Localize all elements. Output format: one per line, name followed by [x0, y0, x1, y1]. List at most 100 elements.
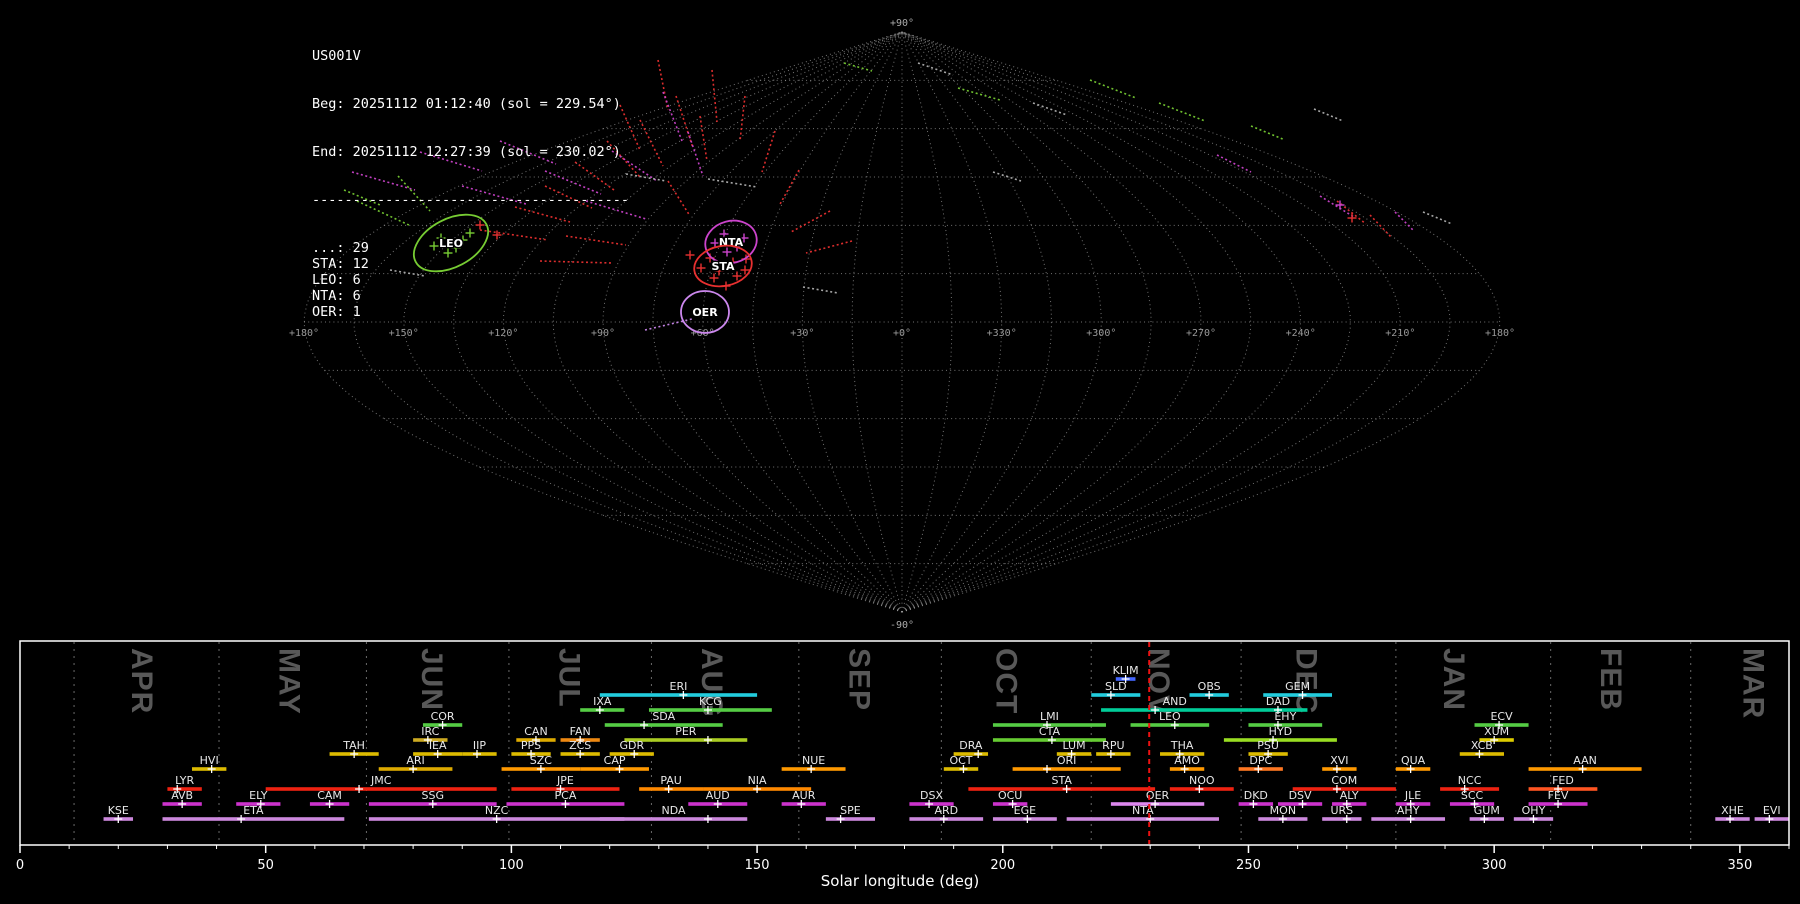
- shower-label-DPC: DPC: [1249, 754, 1272, 767]
- shower-bar-SPE: [825, 817, 876, 821]
- shower-label-OCU: OCU: [998, 789, 1022, 802]
- activity-timeline-plot: APR MAY JUN JUL AUG SEP OCT NOV DEC JAN FEB MARKLIM…: [16, 640, 1790, 873]
- x-tick-label: 200: [990, 858, 1015, 873]
- shower-label-ARD: ARD: [934, 804, 958, 817]
- count-NTA: NTA: 6: [312, 288, 361, 304]
- month-label-JUL: JUL: [552, 648, 585, 708]
- shower-label-IXA: IXA: [593, 695, 612, 708]
- shower-label-CAP: CAP: [604, 754, 626, 767]
- station-id: US001V: [312, 48, 361, 64]
- shower-label-ECV: ECV: [1490, 710, 1513, 723]
- shower-label-PER: PER: [675, 725, 697, 738]
- meteor-trail-red: [667, 180, 691, 217]
- shower-bar-NTA: [1066, 817, 1219, 821]
- shower-label-GEM: GEM: [1285, 680, 1310, 693]
- radiant-label-OER: OER: [692, 306, 718, 319]
- x-tick-label: 0: [16, 858, 24, 873]
- meteor-trail-magenta: [687, 131, 704, 177]
- grid-meridian: [602, 31, 903, 613]
- shower-label-LYR: LYR: [175, 774, 194, 787]
- meteor-trail-red: [1369, 214, 1393, 239]
- shower-bar-SLD: [1091, 693, 1141, 697]
- shower-label-HVI: HVI: [200, 754, 219, 767]
- shower-label-STA: STA: [1052, 774, 1073, 787]
- shower-counts: ...: 29 STA: 12 LEO: 6 NTA: 6 OER: 1: [312, 240, 629, 320]
- shower-label-SDA: SDA: [652, 710, 675, 723]
- grid-meridian: [652, 31, 903, 613]
- shower-bar-LEO: [1130, 723, 1210, 727]
- shower-label-THA: THA: [1170, 739, 1194, 752]
- month-label-JAN: JAN: [1437, 648, 1470, 711]
- equator-longitude-label: +240°: [1286, 328, 1316, 339]
- grid-meridian: [901, 31, 1451, 613]
- shower-label-DKD: DKD: [1244, 789, 1268, 802]
- shower-label-ERI: ERI: [670, 680, 688, 693]
- month-label-APR: APR: [125, 648, 158, 714]
- radiant-label-STA: STA: [711, 260, 735, 273]
- activity-timeline: APR MAY JUN JUL AUG SEP OCT NOV DEC JAN FEB MAR KLIM…: [0, 640, 1800, 904]
- shower-label-EVI: EVI: [1763, 804, 1781, 817]
- shower-label-GDR: GDR: [619, 739, 644, 752]
- shower-label-EGE: EGE: [1014, 804, 1036, 817]
- meteor-trail-red: [699, 115, 708, 162]
- x-tick-label: 150: [745, 858, 770, 873]
- shower-label-NCC: NCC: [1458, 774, 1482, 787]
- meteor-trail-magenta: [1319, 195, 1355, 218]
- meteor-trail-gray: [917, 62, 954, 76]
- shower-label-OCT: OCT: [949, 754, 972, 767]
- shower-label-SPE: SPE: [840, 804, 861, 817]
- x-tick-label: 50: [257, 858, 274, 873]
- meteor-trail-green: [1089, 79, 1137, 99]
- shower-label-IRC: IRC: [421, 725, 439, 738]
- month-label-OCT: OCT: [990, 648, 1023, 714]
- shower-label-GUM: GUM: [1474, 804, 1500, 817]
- shower-label-XUM: XUM: [1484, 725, 1509, 738]
- shower-label-SCC: SCC: [1461, 789, 1484, 802]
- divider-line: ---------------------------------------: [312, 192, 629, 208]
- shower-label-AMO: AMO: [1174, 754, 1200, 767]
- equator-longitude-label: +300°: [1086, 328, 1116, 339]
- x-tick-label: 100: [499, 858, 524, 873]
- equator-longitude-label: +0°: [893, 328, 911, 339]
- shower-label-CTA: CTA: [1039, 725, 1061, 738]
- count-LEO: LEO: 6: [312, 272, 361, 288]
- radiant-map-screen: US001V Beg: 20251112 01:12:40 (sol = 229…: [0, 0, 1800, 900]
- meteor-trail-red: [675, 95, 694, 149]
- shower-label-AUR: AUR: [792, 789, 816, 802]
- meteor-trail-red: [711, 69, 718, 123]
- shower-label-SLD: SLD: [1105, 680, 1127, 693]
- meteor-trail-red: [790, 210, 831, 233]
- shower-bar-STA: [968, 787, 1156, 791]
- x-axis-title: Solar longitude (deg): [820, 872, 980, 890]
- radiant-label-NTA: NTA: [719, 236, 744, 249]
- shower-label-AHY: AHY: [1397, 804, 1420, 817]
- meteor-trail-gray: [1032, 102, 1068, 116]
- meteor-trail-gray: [707, 178, 758, 188]
- shower-label-ORI: ORI: [1057, 754, 1077, 767]
- shower-label-AAN: AAN: [1573, 754, 1597, 767]
- count-OER: OER: 1: [312, 304, 361, 320]
- meteor-trail-green: [1250, 125, 1286, 141]
- shower-label-LUM: LUM: [1062, 739, 1085, 752]
- shower-label-DRA: DRA: [959, 739, 983, 752]
- month-label-MAR: MAR: [1737, 648, 1770, 719]
- shower-label-ELY: ELY: [249, 789, 268, 802]
- shower-label-XHE: XHE: [1721, 804, 1744, 817]
- meteor-trail-green: [1158, 102, 1206, 122]
- month-label-SEP: SEP: [842, 648, 875, 711]
- observation-begin: Beg: 20251112 01:12:40 (sol = 229.54°): [312, 96, 621, 112]
- meteor-trail-red: [739, 95, 746, 142]
- shower-bar-ETA: [162, 817, 345, 821]
- shower-label-AND: AND: [1163, 695, 1187, 708]
- x-tick-label: 250: [1236, 858, 1261, 873]
- shower-label-NOO: NOO: [1189, 774, 1215, 787]
- meteor-trail-gray: [802, 286, 839, 294]
- shower-label-DSV: DSV: [1289, 789, 1312, 802]
- shower-label-JMC: JMC: [370, 774, 392, 787]
- shower-label-QUA: QUA: [1401, 754, 1426, 767]
- observation-end: End: 20251112 12:27:39 (sol = 230.02°): [312, 144, 621, 160]
- meteor-trail-red: [778, 169, 800, 207]
- meteor-trail-magenta: [1216, 154, 1252, 173]
- south-pole-label: -90°: [890, 620, 914, 631]
- shower-label-KCG: KCG: [699, 695, 722, 708]
